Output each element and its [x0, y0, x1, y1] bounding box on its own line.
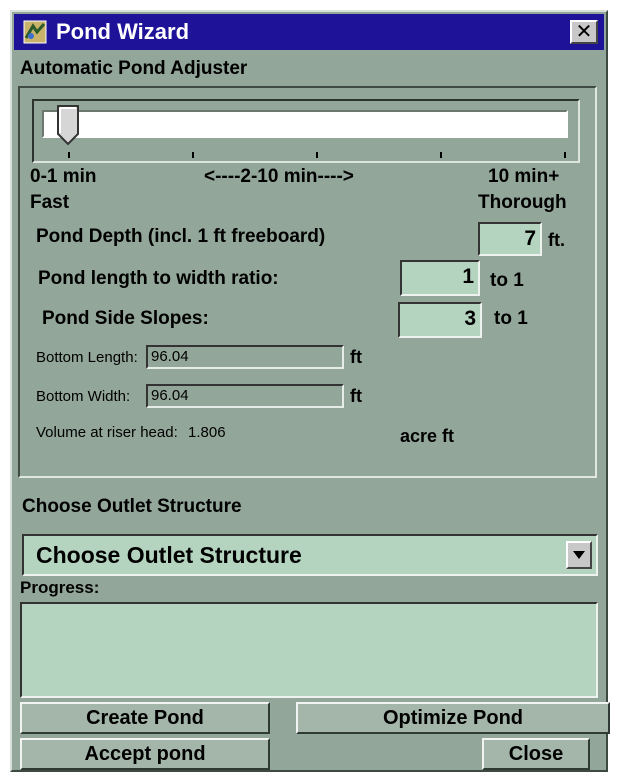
- bottom-length-unit: ft: [350, 347, 362, 367]
- fast-time-label: 0-1 min: [30, 166, 97, 187]
- close-button[interactable]: Close: [482, 738, 590, 770]
- ratio-label: Pond length to width ratio:: [38, 268, 279, 289]
- fast-label: Fast: [30, 192, 70, 213]
- ratio-input[interactable]: 1: [400, 260, 480, 296]
- progress-label: Progress:: [20, 578, 100, 597]
- optimize-pond-button[interactable]: Optimize Pond: [296, 702, 610, 734]
- side-slopes-label: Pond Side Slopes:: [42, 308, 209, 329]
- bottom-length-label: Bottom Length:: [36, 349, 138, 366]
- title-close-button[interactable]: ✕: [570, 20, 598, 44]
- volume-value: 1.806: [188, 424, 226, 441]
- slider-tick: [68, 152, 70, 158]
- volume-unit: acre ft: [400, 426, 455, 446]
- slider-tick: [192, 152, 194, 158]
- speed-slider-track[interactable]: [42, 110, 568, 138]
- side-slopes-unit: to 1: [494, 308, 528, 329]
- title-bar[interactable]: Pond Wizard ✕: [14, 14, 604, 50]
- pond-depth-label: Pond Depth (incl. 1 ft freeboard): [36, 226, 326, 247]
- ratio-unit: to 1: [490, 270, 524, 291]
- bottom-width-label: Bottom Width:: [36, 388, 131, 405]
- thorough-label: Thorough: [478, 192, 567, 213]
- slider-tick: [564, 152, 566, 158]
- outlet-structure-select[interactable]: Choose Outlet Structure: [22, 534, 598, 576]
- mid-time-label: <----2-10 min---->: [204, 166, 354, 187]
- pond-depth-input[interactable]: 7: [478, 222, 542, 256]
- accept-pond-button[interactable]: Accept pond: [20, 738, 270, 770]
- pond-wizard-window: Pond Wizard ✕ Automatic Pond Adjuster 0-…: [10, 10, 610, 772]
- progress-area: [20, 602, 598, 698]
- window-title: Pond Wizard: [56, 19, 190, 44]
- bottom-width-field[interactable]: 96.04: [146, 384, 344, 408]
- adjuster-heading: Automatic Pond Adjuster: [20, 58, 248, 79]
- slow-time-label: 10 min+: [488, 166, 560, 187]
- side-slopes-input[interactable]: 3: [398, 302, 482, 338]
- pond-wizard-icon: [22, 19, 48, 45]
- slider-tick: [316, 152, 318, 158]
- slider-tick: [440, 152, 442, 158]
- speed-slider-thumb[interactable]: [56, 104, 80, 146]
- bottom-length-field[interactable]: 96.04: [146, 345, 344, 369]
- create-pond-button[interactable]: Create Pond: [20, 702, 270, 734]
- chevron-down-icon[interactable]: [566, 541, 592, 569]
- outlet-structure-selected: Choose Outlet Structure: [36, 542, 302, 568]
- pond-depth-unit: ft.: [548, 230, 565, 250]
- volume-label: Volume at riser head:: [36, 424, 178, 441]
- outlet-heading: Choose Outlet Structure: [22, 496, 242, 517]
- bottom-width-unit: ft: [350, 386, 362, 406]
